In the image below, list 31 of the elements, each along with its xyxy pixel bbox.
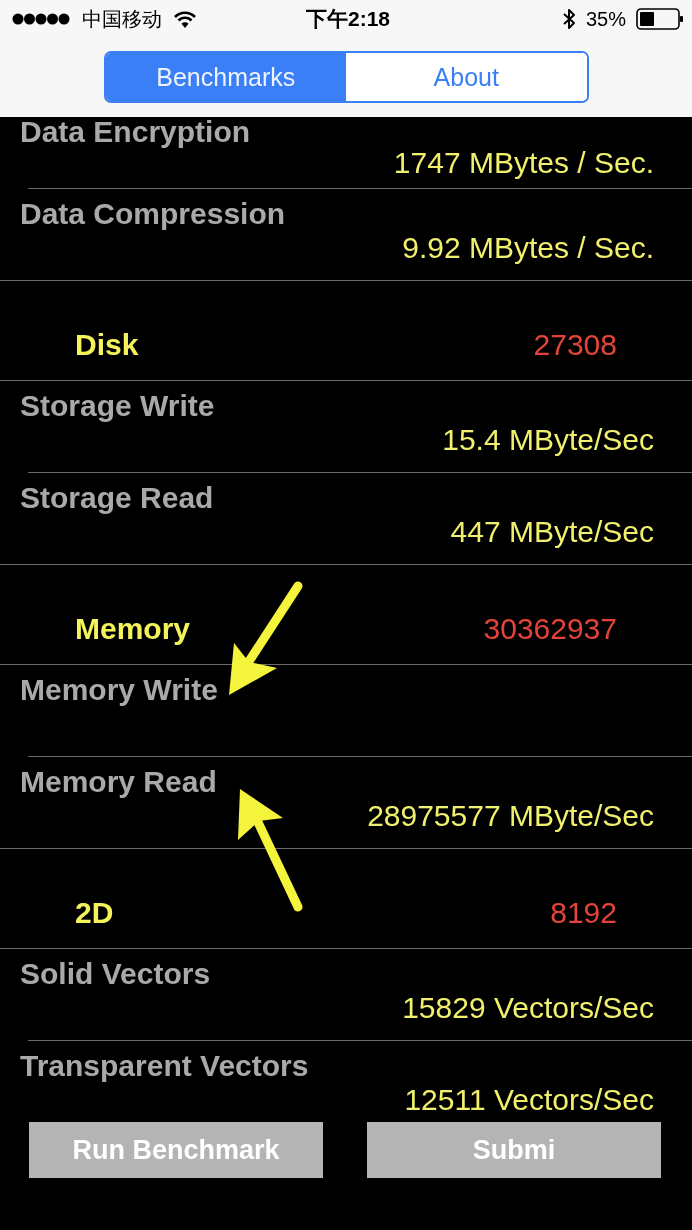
benchmark-name: Memory Write	[20, 674, 218, 706]
benchmark-name: Storage Read	[20, 482, 214, 514]
benchmark-result: 9.92 MBytes / Sec.	[402, 232, 654, 264]
benchmark-result: 447 MByte/Sec	[450, 516, 654, 548]
wifi-icon	[174, 10, 196, 28]
status-time: 下午2:18	[306, 7, 390, 31]
category-score: 8192	[550, 897, 617, 929]
category-score: 30362937	[483, 613, 617, 645]
category-label: Disk	[75, 329, 139, 361]
benchmark-name: Data Encryption	[20, 117, 251, 147]
tab[interactable]: Benchmarks	[105, 53, 346, 101]
bluetooth-icon	[561, 8, 576, 30]
benchmark-result: 1747 MBytes / Sec.	[393, 148, 654, 178]
battery-percent: 35%	[585, 7, 626, 31]
category-score: 27308	[533, 329, 617, 361]
benchmark-name: Solid Vectors	[20, 958, 211, 990]
benchmark-name: Transparent Vectors	[20, 1050, 309, 1082]
benchmark-result: 15829 Vectors/Sec	[402, 992, 654, 1024]
category-label: 2D	[75, 897, 114, 929]
category-label: Memory	[75, 613, 191, 645]
benchmark-name: Storage Write	[20, 390, 215, 422]
carrier-name: 中国移动	[82, 7, 162, 31]
signal-icon	[12, 13, 70, 25]
benchmark-result: 15.4 MByte/Sec	[442, 424, 654, 456]
action-button[interactable]: Submi	[367, 1122, 661, 1178]
benchmark-name: Memory Read	[20, 766, 217, 798]
benchmark-result: 28975577 MByte/Sec	[367, 800, 654, 832]
action-button[interactable]: Run Benchmark	[29, 1122, 323, 1178]
battery-icon	[636, 8, 684, 30]
benchmark-name: Data Compression	[20, 198, 286, 230]
benchmark-result: 12511 Vectors/Sec	[404, 1084, 654, 1116]
